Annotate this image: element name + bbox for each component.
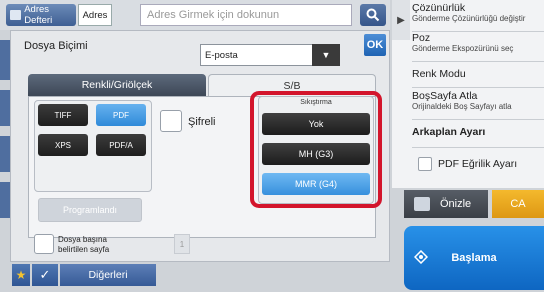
compression-mh-g3-button[interactable]: MH (G3) [262, 143, 370, 165]
blank-page-skip-subtitle: Orijinaldeki Boş Sayfayı atla [412, 102, 512, 111]
pdf-skew-item[interactable]: PDF Eğrilik Ayarı [412, 152, 544, 176]
background-adjust-title: Arkaplan Ayarı [412, 126, 486, 138]
blank-page-skip-title: BoşSayfa Atla [412, 90, 478, 102]
exposure-title: Poz [412, 32, 431, 44]
pages-per-file-count[interactable]: 1 [174, 234, 190, 254]
side-tab[interactable] [0, 90, 10, 126]
check-icon[interactable]: ✓ [32, 264, 58, 286]
background-adjust-item[interactable]: Arkaplan Ayarı [412, 120, 544, 148]
exposure-subtitle: Gönderme Ekspozürünü seç [412, 44, 514, 53]
compression-mmr-g4-button[interactable]: MMR (G4) [262, 173, 370, 195]
pages-per-file-label-line1: Dosya başına [58, 235, 107, 244]
preview-button[interactable]: Önizle [404, 190, 488, 218]
search-icon [366, 8, 380, 22]
resolution-title: Çözünürlük [412, 2, 466, 14]
programmed-button[interactable]: Programlandı [38, 198, 142, 222]
compression-none-button[interactable]: Yok [262, 113, 370, 135]
address-book-button[interactable]: Adres Defteri [6, 4, 76, 26]
pdf-skew-checkbox[interactable] [418, 157, 432, 171]
pages-per-file-label-line2: belirtilen sayfa [58, 245, 110, 254]
preview-icon [414, 197, 430, 211]
file-type-xps-button[interactable]: XPS [38, 134, 88, 156]
side-tab[interactable] [0, 136, 10, 172]
address-button[interactable]: Adres [78, 4, 112, 26]
file-format-label: Dosya Biçimi [24, 40, 88, 52]
ok-button[interactable]: OK [364, 34, 386, 56]
color-mode-title: Renk Modu [412, 68, 466, 80]
blank-page-skip-item[interactable]: BoşSayfa Atla Orijinaldeki Boş Sayfayı a… [412, 90, 544, 120]
pages-per-file-checkbox[interactable] [34, 234, 54, 254]
encrypt-checkbox[interactable] [160, 110, 182, 132]
file-type-pdfa-button[interactable]: PDF/A [96, 134, 146, 156]
compression-title: Sıkıştırma [300, 99, 332, 106]
exposure-item[interactable]: Poz Gönderme Ekspozürünü seç [412, 32, 544, 62]
resolution-subtitle: Gönderme Çözünürlüğü değiştir [412, 14, 526, 23]
tab-color-grayscale[interactable]: Renkli/Griölçek [28, 74, 206, 96]
side-tab[interactable] [0, 40, 10, 80]
side-tab[interactable] [0, 182, 10, 218]
resolution-item[interactable]: Çözünürlük Gönderme Çözünürlüğü değiştir [412, 2, 544, 32]
address-book-label: Adres Defteri [24, 4, 53, 26]
encrypt-label: Şifreli [188, 116, 216, 128]
collapse-arrow-icon[interactable]: ▶ [392, 0, 410, 40]
address-input[interactable]: Adres Girmek için dokunun [140, 4, 352, 26]
clear-all-button[interactable]: CA [492, 190, 544, 218]
tab-black-white[interactable]: S/B [208, 74, 376, 96]
pdf-skew-label: PDF Eğrilik Ayarı [438, 158, 518, 170]
pages-per-file-label: Dosya başına belirtilen sayfa [58, 235, 109, 255]
preview-label: Önizle [440, 198, 472, 210]
file-type-pdf-button[interactable]: PDF [96, 104, 146, 126]
favorite-star-icon[interactable]: ★ [12, 264, 30, 286]
start-diamond-icon [414, 250, 428, 264]
address-book-icon [10, 10, 22, 20]
file-type-tiff-button[interactable]: TIFF [38, 104, 88, 126]
color-mode-item[interactable]: Renk Modu [412, 62, 544, 88]
others-button[interactable]: Diğerleri [60, 264, 156, 286]
dropdown-arrow-icon[interactable]: ▼ [312, 44, 340, 66]
search-button[interactable] [360, 4, 386, 26]
